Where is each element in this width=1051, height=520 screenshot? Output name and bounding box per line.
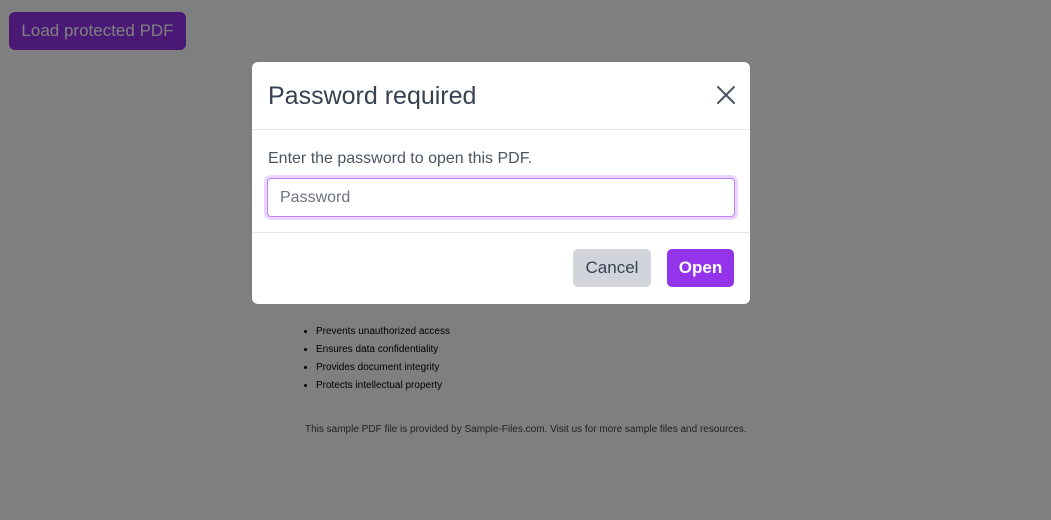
close-button[interactable]	[714, 82, 738, 110]
open-button[interactable]: Open	[667, 249, 734, 287]
dialog-body: Enter the password to open this PDF.	[252, 130, 750, 233]
dialog-title: Password required	[268, 82, 477, 110]
password-input[interactable]	[267, 178, 735, 217]
dialog-footer: Cancel Open	[252, 233, 750, 304]
cancel-button[interactable]: Cancel	[573, 249, 651, 287]
dialog-message: Enter the password to open this PDF.	[268, 150, 533, 167]
dialog-header: Password required	[252, 62, 750, 130]
password-dialog: Password required Enter the password to …	[252, 62, 750, 304]
close-icon	[717, 85, 735, 104]
